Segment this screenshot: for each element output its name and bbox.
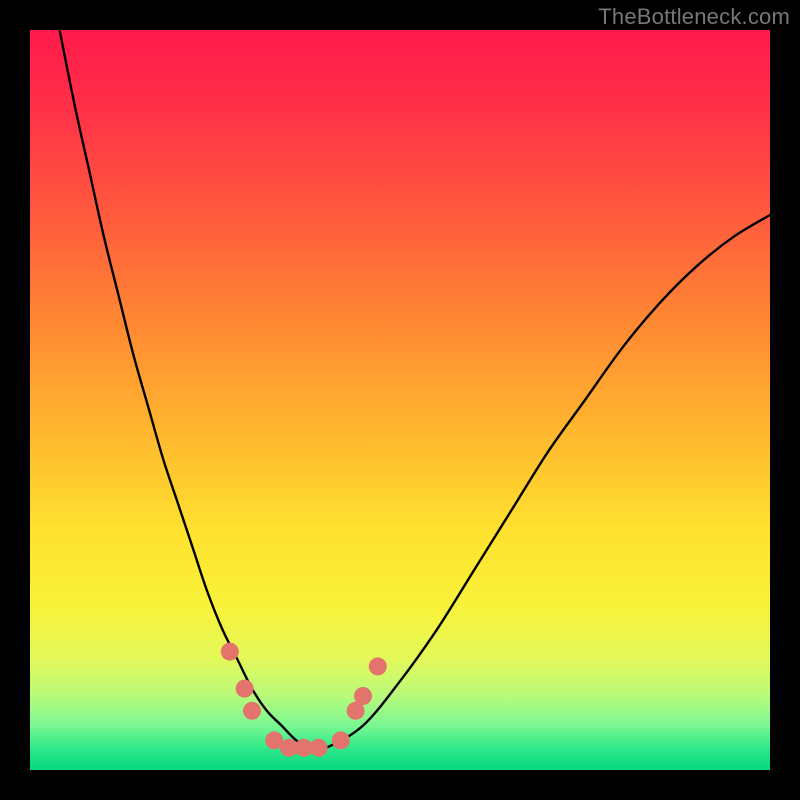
curve-markers [221, 643, 387, 757]
curve-marker [332, 731, 350, 749]
bottleneck-curve [60, 30, 770, 750]
curve-svg [30, 30, 770, 770]
curve-marker [310, 739, 328, 757]
curve-marker [221, 643, 239, 661]
plot-area [30, 30, 770, 770]
chart-frame: TheBottleneck.com [0, 0, 800, 800]
curve-marker [354, 687, 372, 705]
curve-marker [369, 657, 387, 675]
curve-marker [243, 702, 261, 720]
curve-marker [236, 680, 254, 698]
watermark-text: TheBottleneck.com [598, 4, 790, 30]
